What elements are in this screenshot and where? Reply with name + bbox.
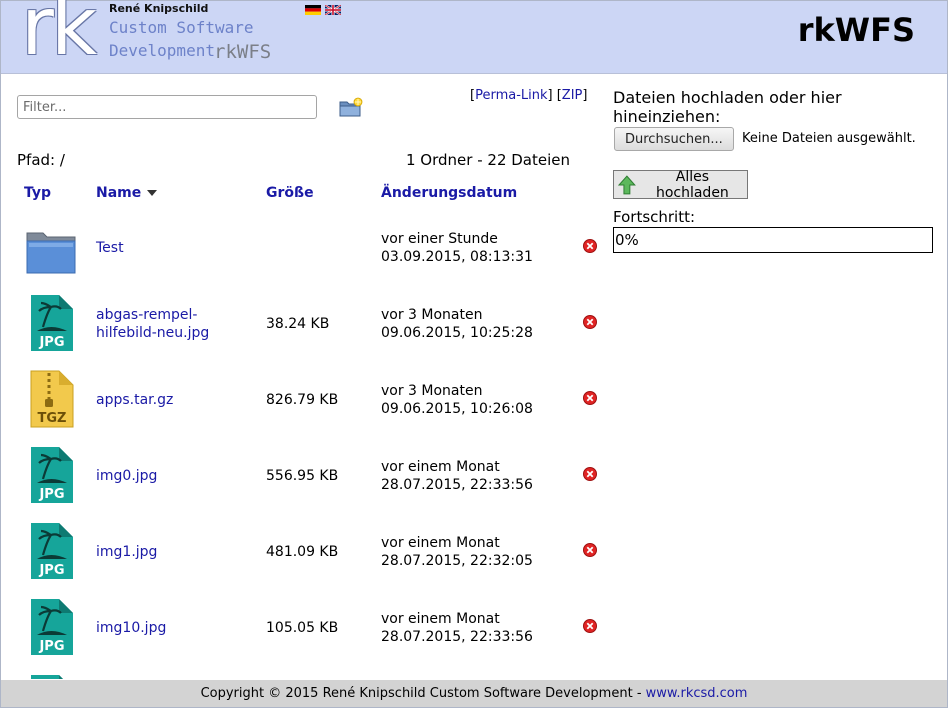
file-date-absolute: 28.07.2015, 22:33:56 [381, 477, 533, 493]
english-flag-icon[interactable] [325, 5, 341, 15]
zip-link[interactable]: ZIP [562, 88, 583, 103]
current-path: Pfad: / [17, 151, 65, 169]
perma-link[interactable]: Perma-Link [475, 88, 547, 103]
footer: Copyright © 2015 René Knipschild Custom … [1, 680, 947, 707]
tgz-file-icon-label: TGZ [38, 411, 67, 426]
jpg-file-icon-label: JPG [38, 639, 64, 654]
file-date-absolute: 28.07.2015, 22:33:56 [381, 629, 533, 645]
file-name[interactable]: img10.jpg [96, 619, 256, 637]
file-name[interactable]: img0.jpg [96, 467, 256, 485]
file-name-line-2: hilfebild-neu.jpg [96, 325, 210, 341]
jpg-file-icon-label: JPG [38, 487, 64, 502]
table-row[interactable]: JPG img0.jpg 556.95 KB vor einem Monat 2… [1, 437, 601, 513]
file-date: vor einem Monat 28.07.2015, 22:32:05 [381, 534, 533, 570]
jpg-file-icon[interactable] [25, 673, 77, 679]
file-date-relative: vor 3 Monaten [381, 383, 483, 399]
table-row[interactable] [1, 665, 601, 679]
header: rk René Knipschild Custom Software Devel… [1, 0, 947, 74]
file-date: vor einem Monat 28.07.2015, 22:33:56 [381, 458, 533, 494]
jpg-file-icon-label: JPG [38, 563, 64, 578]
sort-down-icon [147, 190, 158, 196]
tgz-file-icon[interactable]: TGZ [25, 369, 77, 429]
delete-icon[interactable] [582, 618, 598, 634]
table-row[interactable]: TGZ apps.tar.gz 826.79 KB vor 3 Monaten … [1, 361, 601, 437]
file-size: 556.95 KB [266, 468, 339, 484]
progress-text: 0% [615, 231, 639, 249]
upload-arrow-icon [618, 174, 636, 194]
jpg-file-icon[interactable]: JPG [25, 521, 77, 581]
logo-app-name: rkWFS [214, 41, 272, 63]
file-date-relative: vor einer Stunde [381, 231, 498, 247]
no-files-selected: Keine Dateien ausgewählt. [742, 131, 916, 146]
jpg-file-icon[interactable]: JPG [25, 445, 77, 505]
column-header-name[interactable]: Name [96, 185, 158, 201]
file-date-relative: vor einem Monat [381, 611, 500, 627]
app-title: rkWFS [797, 11, 915, 49]
upload-all-button[interactable]: Alles hochladen [613, 168, 748, 201]
progress-bar: 0% [613, 227, 933, 253]
progress-label: Fortschritt: [613, 208, 696, 226]
jpg-file-icon[interactable]: JPG [25, 293, 77, 353]
footer-copyright: Copyright © 2015 René Knipschild Custom … [200, 686, 646, 701]
new-folder-icon[interactable] [338, 96, 364, 118]
delete-icon[interactable] [582, 314, 598, 330]
perma-links: [Perma-Link] [ZIP] [470, 88, 588, 103]
folder-icon[interactable] [25, 217, 77, 277]
file-date: vor einer Stunde 03.09.2015, 08:13:31 [381, 230, 533, 266]
column-header-name-label: Name [96, 185, 142, 201]
jpg-file-icon-label: JPG [38, 335, 64, 350]
file-date-absolute: 03.09.2015, 08:13:31 [381, 249, 533, 265]
delete-icon[interactable] [582, 466, 598, 482]
delete-icon[interactable] [582, 542, 598, 558]
file-date: vor 3 Monaten 09.06.2015, 10:26:08 [381, 382, 533, 418]
file-list: Test vor einer Stunde 03.09.2015, 08:13:… [1, 209, 601, 679]
logo-tagline-2: Development [109, 41, 215, 60]
file-size: 105.05 KB [266, 620, 339, 636]
file-date-absolute: 09.06.2015, 10:25:28 [381, 325, 533, 341]
filter-input[interactable] [17, 95, 317, 119]
file-date: vor einem Monat 28.07.2015, 22:33:56 [381, 610, 533, 646]
column-header-size[interactable]: Größe [266, 185, 314, 201]
delete-icon[interactable] [582, 238, 598, 254]
german-flag-icon[interactable] [305, 5, 321, 15]
file-name[interactable]: img1.jpg [96, 543, 256, 561]
file-size: 38.24 KB [266, 316, 330, 332]
delete-icon[interactable] [582, 390, 598, 406]
table-row[interactable]: JPG img1.jpg 481.09 KB vor einem Monat 2… [1, 513, 601, 589]
browse-button[interactable]: Durchsuchen... [614, 127, 734, 151]
table-row[interactable]: JPG img10.jpg 105.05 KB vor einem Monat … [1, 589, 601, 665]
logo-owner: René Knipschild [109, 2, 209, 15]
file-date-absolute: 09.06.2015, 10:26:08 [381, 401, 533, 417]
file-date-relative: vor einem Monat [381, 535, 500, 551]
column-header-type[interactable]: Typ [24, 185, 51, 201]
file-date-relative: vor 3 Monaten [381, 307, 483, 323]
logo: rk [21, 0, 97, 73]
file-size: 481.09 KB [266, 544, 339, 560]
upload-all-label: Alles hochladen [655, 168, 729, 201]
table-row[interactable]: Test vor einer Stunde 03.09.2015, 08:13:… [1, 209, 601, 285]
item-counts: 1 Ordner - 22 Dateien [406, 151, 571, 169]
footer-link[interactable]: www.rkcsd.com [646, 686, 748, 701]
file-name[interactable]: Test [96, 239, 256, 257]
file-size: 826.79 KB [266, 392, 339, 408]
file-date: vor 3 Monaten 09.06.2015, 10:25:28 [381, 306, 533, 342]
file-name-line-1: abgas-rempel- [96, 307, 198, 323]
upload-label: Dateien hochladen oder hier hineinziehen… [613, 88, 842, 126]
jpg-file-icon[interactable]: JPG [25, 597, 77, 657]
file-name[interactable]: apps.tar.gz [96, 391, 256, 409]
logo-tagline-1: Custom Software [109, 18, 254, 37]
file-date-relative: vor einem Monat [381, 459, 500, 475]
file-date-absolute: 28.07.2015, 22:32:05 [381, 553, 533, 569]
table-row[interactable]: JPG abgas-rempel- hilfebild-neu.jpg 38.2… [1, 285, 601, 361]
column-header-date[interactable]: Änderungsdatum [381, 185, 517, 201]
file-name[interactable]: abgas-rempel- hilfebild-neu.jpg [96, 306, 256, 342]
